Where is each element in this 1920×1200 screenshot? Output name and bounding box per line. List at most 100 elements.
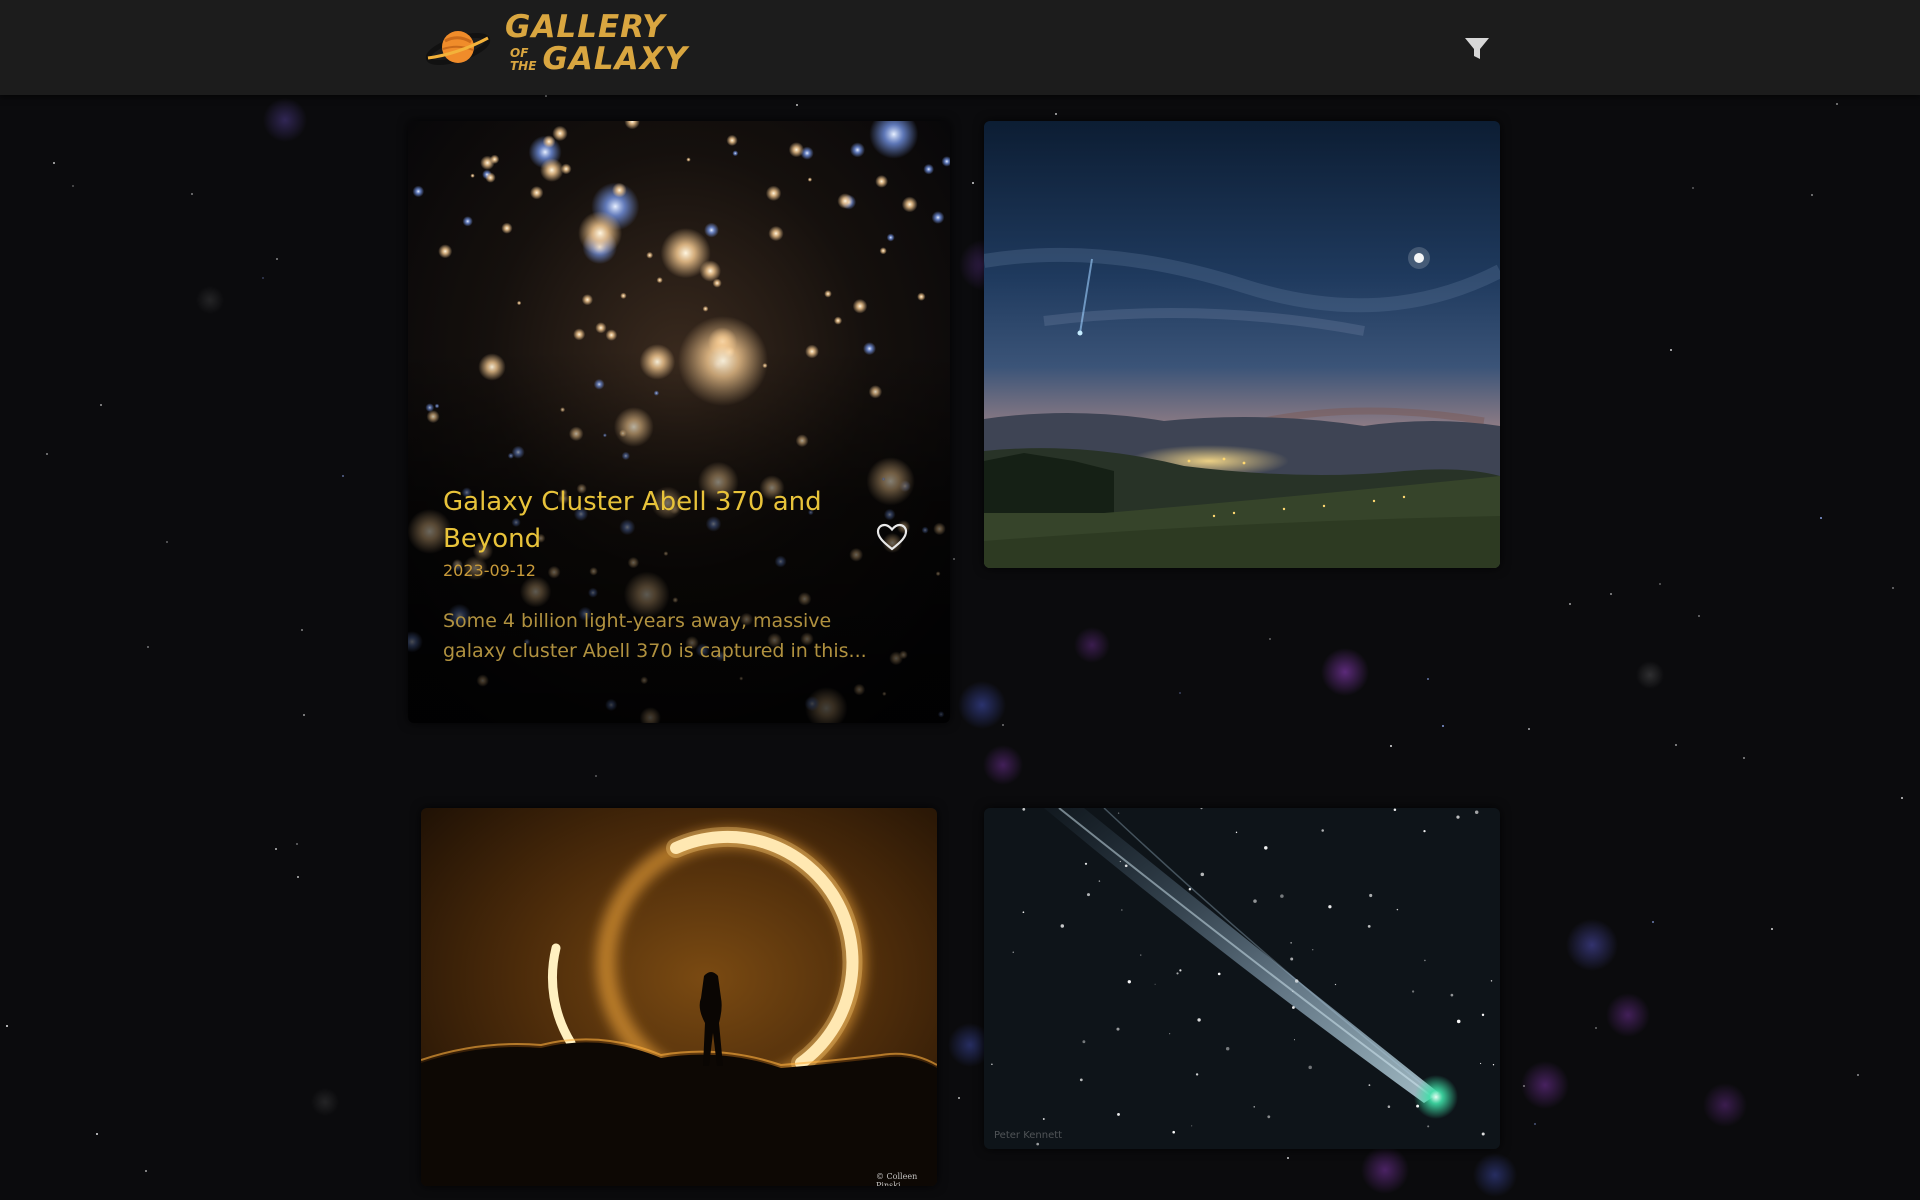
comet-star: [1294, 979, 1299, 983]
comet-star: [1217, 972, 1221, 976]
heart-outline-icon: [876, 523, 908, 551]
comet-star: [1079, 1078, 1083, 1082]
green-comet-tail-image: [984, 808, 1500, 1149]
star-dot: [1389, 745, 1392, 748]
comet-star: [1188, 888, 1192, 891]
comet-star: [1140, 954, 1142, 956]
comet-star: [1154, 983, 1156, 985]
comet-star: [1172, 1130, 1175, 1134]
comet-star: [1367, 925, 1371, 928]
galaxy-glow: [578, 211, 623, 256]
comet-star: [1411, 990, 1415, 993]
comet-star: [1450, 993, 1454, 997]
comet-star: [1022, 808, 1026, 811]
gallery-card[interactable]: Galaxy Cluster Abell 370 and Beyond 2023…: [408, 121, 950, 723]
star-dot: [1669, 348, 1672, 351]
galaxy-glow: [850, 142, 865, 158]
galaxy-glow: [702, 305, 709, 312]
star-dot: [99, 403, 102, 406]
comet-star: [1235, 831, 1238, 834]
comet-star: [1225, 1046, 1230, 1051]
comet-star: [1424, 959, 1426, 962]
comet-star: [1124, 864, 1128, 868]
comet-star: [1290, 942, 1292, 944]
card-date: 2023-09-12: [443, 561, 536, 580]
comet-star: [1176, 972, 1179, 975]
comet-star: [1294, 1039, 1295, 1041]
star-dot: [1595, 1026, 1597, 1029]
galaxy-glow: [704, 222, 719, 238]
logo-line-gallery: GALLERY: [505, 9, 666, 45]
card-title[interactable]: Galaxy Cluster Abell 370 and Beyond: [443, 484, 843, 558]
comet-star: [1291, 1006, 1295, 1009]
star-dot: [1441, 724, 1444, 727]
comet-star: [1084, 862, 1088, 865]
comet-star: [1308, 1065, 1312, 1070]
comet-star: [1311, 948, 1314, 951]
galaxy-glow: [595, 322, 607, 334]
comet-star: [1480, 1062, 1482, 1065]
galaxy-glow: [620, 292, 627, 299]
comet-star: [1169, 1033, 1171, 1035]
star-dot: [46, 452, 49, 455]
logo[interactable]: GALLERY OF THE GALAXY: [425, 12, 687, 82]
galaxy-glow: [540, 158, 564, 182]
comet-star: [1179, 969, 1182, 972]
star-dot: [1900, 796, 1903, 799]
star-dot: [1426, 677, 1429, 680]
star-dot: [276, 257, 279, 260]
comet-star: [1328, 905, 1332, 909]
gallery-card[interactable]: [984, 121, 1500, 568]
logo-the: THE: [510, 58, 537, 73]
comet-star: [1267, 1115, 1271, 1119]
galaxy-glow: [489, 154, 500, 164]
galaxy-glow: [485, 172, 496, 183]
comet-star: [1290, 957, 1294, 961]
photo-credit: Peter Kennett: [994, 1130, 1063, 1141]
star-dot: [1742, 757, 1745, 760]
star-dot: [957, 1096, 960, 1099]
gallery-card[interactable]: © Colleen Pinski: [421, 808, 937, 1186]
galaxy-glow: [788, 142, 804, 158]
comet-star: [1127, 980, 1131, 984]
galaxy-glow: [573, 328, 586, 341]
comet-star: [1036, 1142, 1040, 1146]
gallery-card[interactable]: Peter Kennett: [984, 808, 1500, 1149]
comet-over-valley-image: [984, 121, 1500, 568]
comet-star: [1280, 894, 1284, 898]
logo-of-the: OF THE: [510, 45, 537, 73]
star-dot: [544, 95, 547, 98]
comet-star: [1253, 1106, 1255, 1108]
logo-of: OF: [510, 45, 529, 60]
galaxy-glow: [765, 185, 782, 201]
galaxy-glow: [612, 182, 627, 198]
favorite-button[interactable]: [875, 521, 909, 553]
comet-star: [1098, 880, 1101, 882]
comet-star: [1195, 1073, 1199, 1076]
star-dot: [1533, 1123, 1536, 1126]
comet-star: [1060, 924, 1065, 928]
galaxy-glow: [470, 173, 475, 178]
comet-star: [1116, 1027, 1120, 1031]
star-dot: [295, 842, 298, 845]
star-dot: [165, 540, 168, 543]
galaxy-glow: [516, 300, 522, 306]
comet-star: [1253, 899, 1257, 903]
comet-star: [1481, 1013, 1485, 1017]
comet-star: [1393, 808, 1397, 811]
galaxy-glow: [712, 278, 722, 288]
comet-star: [1086, 893, 1091, 897]
galaxy-glow: [875, 175, 888, 188]
galaxy-glow: [768, 225, 784, 242]
star-dot: [96, 1132, 99, 1135]
star-dot: [1810, 193, 1813, 196]
star-dot: [1697, 615, 1700, 618]
star-dot: [144, 1169, 147, 1172]
galaxy-glow: [732, 150, 739, 157]
comet-star: [1117, 1112, 1120, 1116]
comet-star: [1121, 909, 1123, 911]
comet-star: [1200, 872, 1205, 877]
comet-star: [1197, 1018, 1201, 1022]
galaxy-glow: [438, 244, 453, 259]
filter-button[interactable]: [1462, 33, 1492, 63]
